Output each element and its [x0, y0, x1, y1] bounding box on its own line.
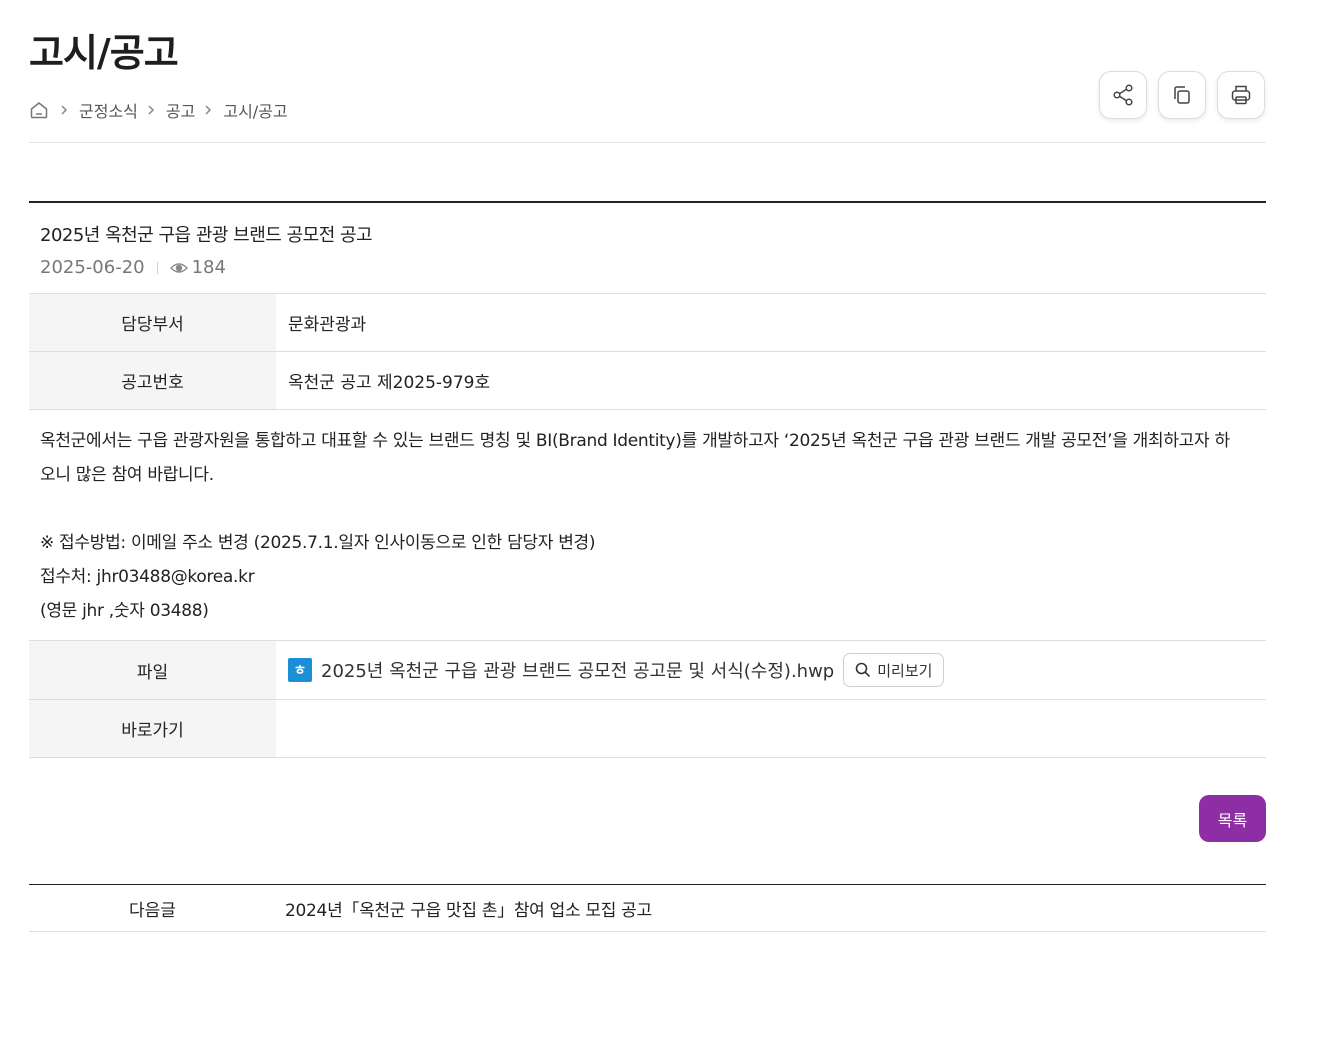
print-icon	[1231, 85, 1251, 105]
post-views: 184	[191, 257, 226, 278]
body-line: ※ 접수방법: 이메일 주소 변경 (2025.7.1.일자 인사이동으로 인한…	[40, 533, 596, 553]
preview-label: 미리보기	[877, 661, 933, 680]
chevron-right-icon	[147, 104, 157, 116]
department-value: 문화관광과	[288, 315, 367, 335]
header-divider	[29, 142, 1266, 143]
shortcut-value	[276, 700, 1266, 757]
post-view: 2025년 옥천군 구읍 관광 브랜드 공모전 공고 2025-06-20 18…	[29, 201, 1266, 758]
page-title: 고시/공고	[29, 31, 179, 75]
post-title: 2025년 옥천군 구읍 관광 브랜드 공모전 공고	[40, 225, 373, 246]
share-button[interactable]	[1099, 71, 1147, 119]
breadcrumb-item-notice[interactable]: 공고	[166, 98, 195, 122]
share-icon	[1113, 84, 1133, 106]
eye-icon	[169, 261, 188, 275]
department-row: 담당부서 문화관광과	[29, 294, 1266, 352]
notice-number-label: 공고번호	[29, 352, 276, 409]
post-body: 옥천군에서는 구읍 관광자원을 통합하고 대표할 수 있는 브랜드 명칭 및 B…	[29, 410, 1266, 641]
hwp-file-icon: ㅎ	[288, 658, 312, 682]
list-button[interactable]: 목록	[1199, 795, 1266, 842]
notice-number-row: 공고번호 옥천군 공고 제2025-979호	[29, 352, 1266, 410]
copy-url-button[interactable]	[1158, 71, 1206, 119]
post-header: 2025년 옥천군 구읍 관광 브랜드 공모전 공고 2025-06-20 18…	[29, 203, 1266, 294]
print-button[interactable]	[1217, 71, 1265, 119]
toolbar	[1099, 71, 1265, 119]
file-cell: ㅎ 2025년 옥천군 구읍 관광 브랜드 공모전 공고문 및 서식(수정).h…	[276, 641, 1266, 699]
page: 고시/공고 군정소식 공고 고시/공고 2025년 옥천군 구읍 관광 브랜드 …	[0, 0, 1339, 1042]
body-line: 접수처: jhr03488@korea.kr	[40, 567, 255, 587]
post-date: 2025-06-20	[40, 257, 145, 278]
next-post-label: 다음글	[129, 900, 176, 921]
breadcrumb-item-current[interactable]: 고시/공고	[223, 98, 287, 122]
copy-icon	[1174, 86, 1190, 104]
search-icon	[855, 662, 871, 678]
file-label: 파일	[29, 641, 276, 699]
body-line: 오니 많은 참여 바랍니다.	[40, 465, 214, 485]
post-meta: 2025-06-20 184	[40, 257, 1255, 278]
breadcrumb: 군정소식 공고 고시/공고	[29, 97, 288, 123]
preview-button[interactable]: 미리보기	[843, 653, 945, 687]
chevron-right-icon	[204, 104, 214, 116]
shortcut-row: 바로가기	[29, 700, 1266, 758]
body-line: (영문 jhr ,숫자 03488)	[40, 601, 209, 621]
department-label: 담당부서	[29, 294, 276, 351]
shortcut-label: 바로가기	[29, 700, 276, 757]
file-download-link[interactable]: 2025년 옥천군 구읍 관광 브랜드 공모전 공고문 및 서식(수정).hwp	[321, 657, 834, 683]
home-icon[interactable]	[29, 99, 51, 121]
meta-divider	[156, 261, 158, 274]
chevron-right-icon	[60, 104, 70, 116]
next-post-nav: 다음글 2024년「옥천군 구읍 맛집 촌」참여 업소 모집 공고	[29, 884, 1266, 932]
next-post-link[interactable]: 2024년「옥천군 구읍 맛집 촌」참여 업소 모집 공고	[276, 896, 652, 921]
file-row: 파일 ㅎ 2025년 옥천군 구읍 관광 브랜드 공모전 공고문 및 서식(수정…	[29, 641, 1266, 700]
notice-number-value: 옥천군 공고 제2025-979호	[288, 373, 491, 393]
breadcrumb-item-news[interactable]: 군정소식	[79, 98, 138, 122]
body-line: 옥천군에서는 구읍 관광자원을 통합하고 대표할 수 있는 브랜드 명칭 및 B…	[40, 431, 1230, 451]
